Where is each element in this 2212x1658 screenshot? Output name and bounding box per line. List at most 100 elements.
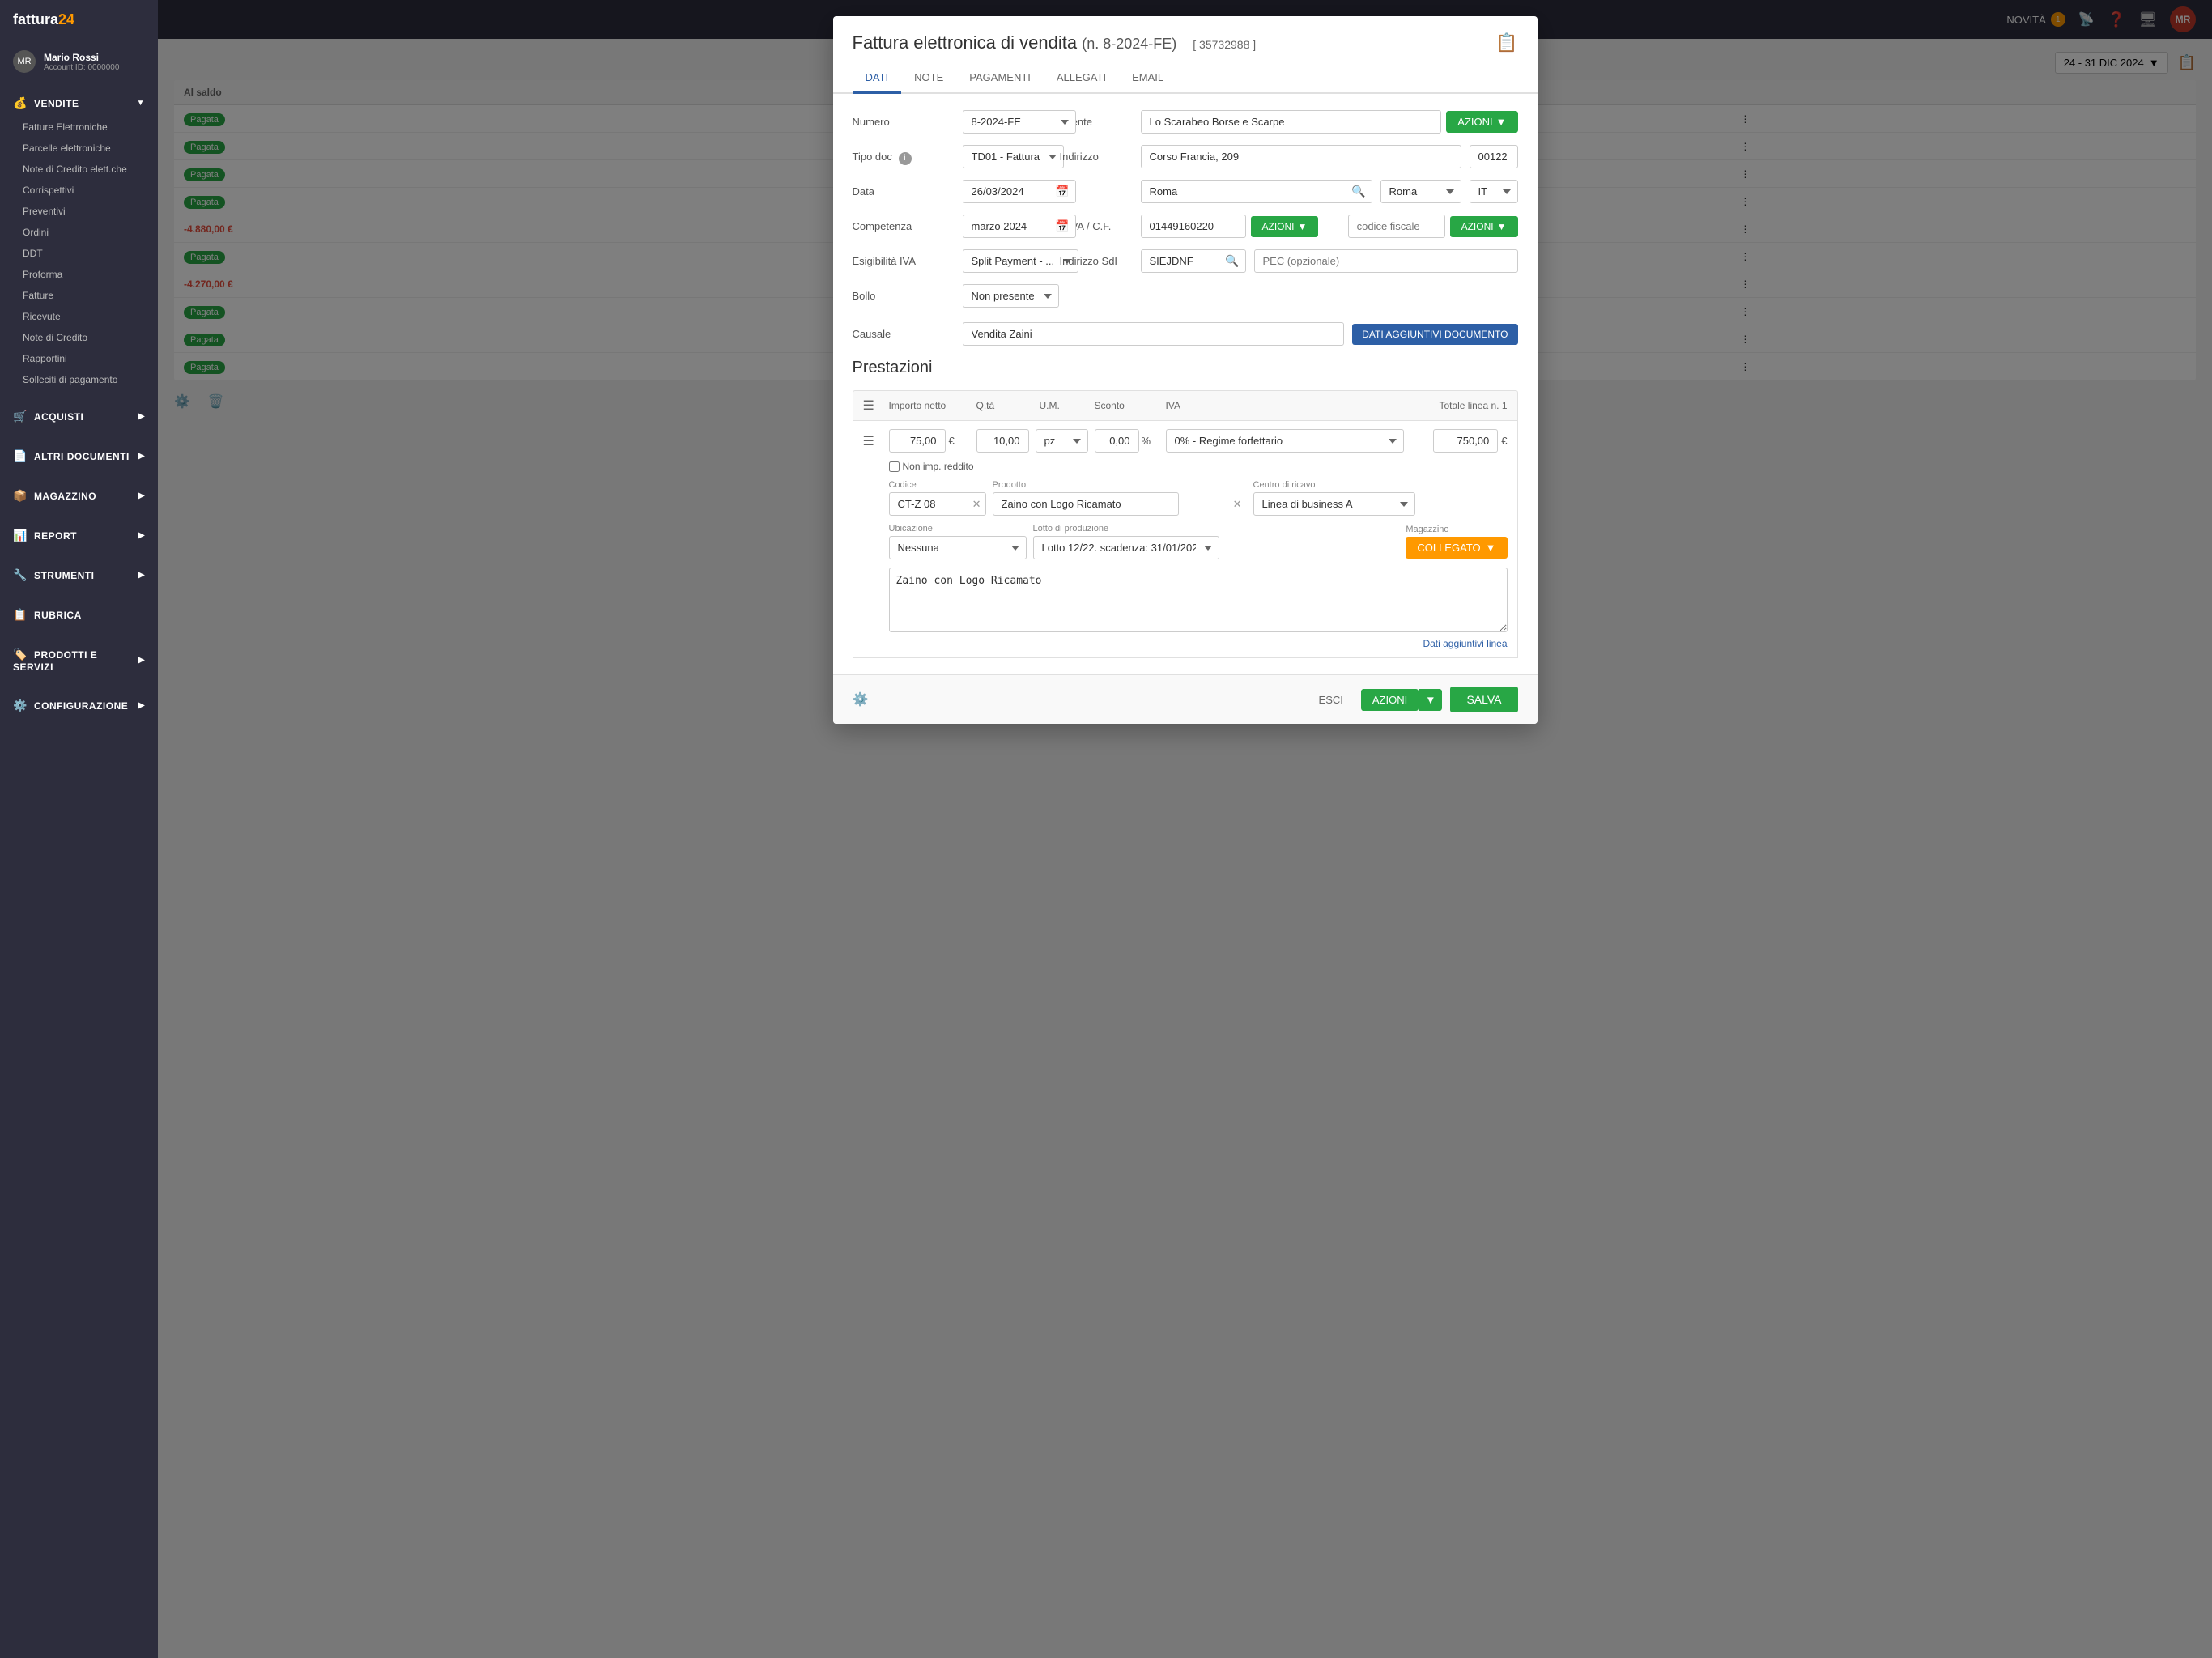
tab-dati[interactable]: DATI bbox=[853, 63, 902, 94]
competenza-row: Competenza 📅 bbox=[853, 215, 1047, 238]
nav-ricevute[interactable]: Ricevute bbox=[0, 306, 158, 327]
data-row: Data 📅 bbox=[853, 180, 1047, 203]
nav-acquisti-header[interactable]: 🛒ACQUISTI ▶ bbox=[0, 403, 158, 430]
paese-select[interactable]: IT bbox=[1470, 180, 1518, 203]
ubicazione-select[interactable]: Nessuna bbox=[889, 536, 1027, 559]
totale-linea-input[interactable] bbox=[1433, 429, 1498, 453]
nav-strumenti-header[interactable]: 🔧STRUMENTI ▶ bbox=[0, 562, 158, 589]
codice-input[interactable] bbox=[889, 492, 986, 516]
prestazioni-table-header: ☰ Importo netto Q.tà U.M. Sconto IVA Tot… bbox=[853, 390, 1518, 421]
sdi-label: Indirizzo SdI bbox=[1060, 255, 1133, 267]
nav-note-credito-elett[interactable]: Note di Credito elett.che bbox=[0, 159, 158, 180]
citta-search-icon[interactable]: 🔍 bbox=[1351, 185, 1365, 198]
nav-configurazione-header[interactable]: ⚙️CONFIGURAZIONE ▶ bbox=[0, 692, 158, 719]
codice-label: Codice bbox=[889, 480, 986, 490]
sdi-search-icon[interactable]: 🔍 bbox=[1225, 254, 1239, 268]
modal-title: Fattura elettronica di vendita (n. 8-202… bbox=[853, 32, 1177, 53]
nav-preventivi[interactable]: Preventivi bbox=[0, 201, 158, 222]
nav-fatture-elettroniche[interactable]: Fatture Elettroniche bbox=[0, 117, 158, 138]
nav-corrispettivi[interactable]: Corrispettivi bbox=[0, 180, 158, 201]
nav-prodotti-header[interactable]: 🏷️PRODOTTI E SERVIZI ▶ bbox=[0, 641, 158, 679]
causale-input[interactable] bbox=[963, 322, 1345, 346]
tab-email[interactable]: EMAIL bbox=[1119, 63, 1176, 94]
bollo-label: Bollo bbox=[853, 284, 950, 302]
cliente-input[interactable] bbox=[1141, 110, 1442, 134]
citta-input[interactable] bbox=[1141, 180, 1372, 203]
competenza-calendar-icon[interactable]: 📅 bbox=[1055, 219, 1069, 233]
nav-parcelle-elettroniche[interactable]: Parcelle elettroniche bbox=[0, 138, 158, 159]
codice-fiscale-input[interactable] bbox=[1348, 215, 1445, 238]
nav-altri-doc: 📄ALTRI DOCUMENTI ▶ bbox=[0, 436, 158, 476]
nav-fatture[interactable]: Fatture bbox=[0, 285, 158, 306]
nav-ddt[interactable]: DDT bbox=[0, 243, 158, 264]
numero-row: Numero 8-2024-FE bbox=[853, 110, 1047, 134]
sconto-pct: % bbox=[1142, 435, 1151, 447]
nota-textarea[interactable]: Zaino con Logo Ricamato bbox=[889, 568, 1508, 632]
configurazione-icon: ⚙️ bbox=[13, 699, 28, 712]
prestazione-row: ☰ € pz % bbox=[853, 421, 1518, 658]
numero-select[interactable]: 8-2024-FE bbox=[963, 110, 1076, 134]
dati-aggiuntivi-linea-link[interactable]: Dati aggiuntivi linea bbox=[889, 638, 1508, 649]
prodotto-clear-icon[interactable]: ✕ bbox=[1233, 498, 1242, 511]
salva-btn[interactable]: SALVA bbox=[1450, 687, 1517, 712]
nav-report-header[interactable]: 📊REPORT ▶ bbox=[0, 522, 158, 549]
footer-left: ⚙️ bbox=[853, 691, 869, 708]
competenza-label: Competenza bbox=[853, 215, 950, 232]
piva-azioni-btn[interactable]: AZIONI ▼ bbox=[1251, 216, 1319, 237]
nav-proforma[interactable]: Proforma bbox=[0, 264, 158, 285]
pec-input[interactable] bbox=[1254, 249, 1518, 273]
calendar-icon[interactable]: 📅 bbox=[1055, 185, 1069, 198]
magazzino-arrow: ▶ bbox=[138, 491, 145, 500]
archive-doc-icon[interactable]: 📋 bbox=[1495, 32, 1517, 53]
modal-header: Fattura elettronica di vendita (n. 8-202… bbox=[833, 16, 1538, 53]
sidebar-logo: fattura24 bbox=[0, 0, 158, 40]
provincia-select[interactable]: Roma bbox=[1380, 180, 1461, 203]
prodotto-input[interactable] bbox=[993, 492, 1179, 516]
tab-allegati[interactable]: ALLEGATI bbox=[1044, 63, 1119, 94]
vendite-icon: 💰 bbox=[13, 96, 28, 109]
tab-pagamenti[interactable]: PAGAMENTI bbox=[956, 63, 1044, 94]
prodotti-arrow: ▶ bbox=[138, 656, 145, 665]
qty-input[interactable] bbox=[976, 429, 1029, 453]
dati-aggiuntivi-btn[interactable]: DATI AGGIUNTIVI DOCUMENTO bbox=[1352, 324, 1517, 345]
iva-select[interactable]: 0% - Regime forfettario bbox=[1166, 429, 1404, 453]
footer-settings-icon[interactable]: ⚙️ bbox=[853, 691, 869, 708]
sconto-input[interactable] bbox=[1095, 429, 1139, 453]
lotto-select[interactable]: Lotto 12/22. scadenza: 31/01/2023 bbox=[1033, 536, 1219, 559]
cliente-azioni-btn[interactable]: AZIONI ▼ bbox=[1446, 111, 1517, 133]
cf-azioni-btn[interactable]: AZIONI ▼ bbox=[1450, 216, 1518, 237]
um-select[interactable]: pz bbox=[1036, 429, 1088, 453]
indirizzo-input[interactable] bbox=[1141, 145, 1461, 168]
nav-rapportini[interactable]: Rapportini bbox=[0, 348, 158, 369]
collegato-btn[interactable]: COLLEGATO ▼ bbox=[1406, 537, 1507, 559]
nav-vendite-header[interactable]: 💰VENDITE ▼ bbox=[0, 90, 158, 117]
bollo-select[interactable]: Non presente bbox=[963, 284, 1059, 308]
user-info: MR Mario Rossi Account ID: 0000000 bbox=[0, 40, 158, 83]
acquisti-icon: 🛒 bbox=[13, 410, 28, 423]
nav-note-credito[interactable]: Note di Credito bbox=[0, 327, 158, 348]
indirizzo-row: Indirizzo bbox=[1060, 145, 1518, 168]
importo-netto-input[interactable] bbox=[889, 429, 946, 453]
nav-rubrica-header[interactable]: 📋RUBRICA bbox=[0, 602, 158, 628]
nav-magazzino-header[interactable]: 📦MAGAZZINO ▶ bbox=[0, 483, 158, 509]
report-arrow: ▶ bbox=[138, 531, 145, 540]
avatar: MR bbox=[13, 50, 36, 73]
centro-select[interactable]: Linea di business A bbox=[1253, 492, 1415, 516]
tab-note[interactable]: NOTE bbox=[901, 63, 956, 94]
tipo-doc-select[interactable]: TD01 - Fattura bbox=[963, 145, 1064, 168]
tipo-doc-info-icon[interactable]: i bbox=[899, 152, 912, 165]
header-sconto: Sconto bbox=[1095, 400, 1159, 411]
city-row: 🔍 Roma IT bbox=[1060, 180, 1518, 203]
azioni-main-btn[interactable]: AZIONI bbox=[1361, 689, 1419, 711]
esci-btn[interactable]: ESCI bbox=[1309, 689, 1353, 711]
azioni-chevron-btn[interactable]: ▼ bbox=[1419, 689, 1442, 711]
nav-solleciti[interactable]: Solleciti di pagamento bbox=[0, 369, 158, 390]
non-imp-checkbox[interactable] bbox=[889, 461, 900, 472]
nav-altri-doc-header[interactable]: 📄ALTRI DOCUMENTI ▶ bbox=[0, 443, 158, 470]
piva-input[interactable] bbox=[1141, 215, 1246, 238]
acquisti-arrow: ▶ bbox=[138, 412, 145, 421]
codice-clear-icon[interactable]: ✕ bbox=[972, 498, 981, 511]
cap-input[interactable] bbox=[1470, 145, 1518, 168]
nav-ordini[interactable]: Ordini bbox=[0, 222, 158, 243]
non-imp-row: Non imp. reddito bbox=[889, 461, 1508, 472]
